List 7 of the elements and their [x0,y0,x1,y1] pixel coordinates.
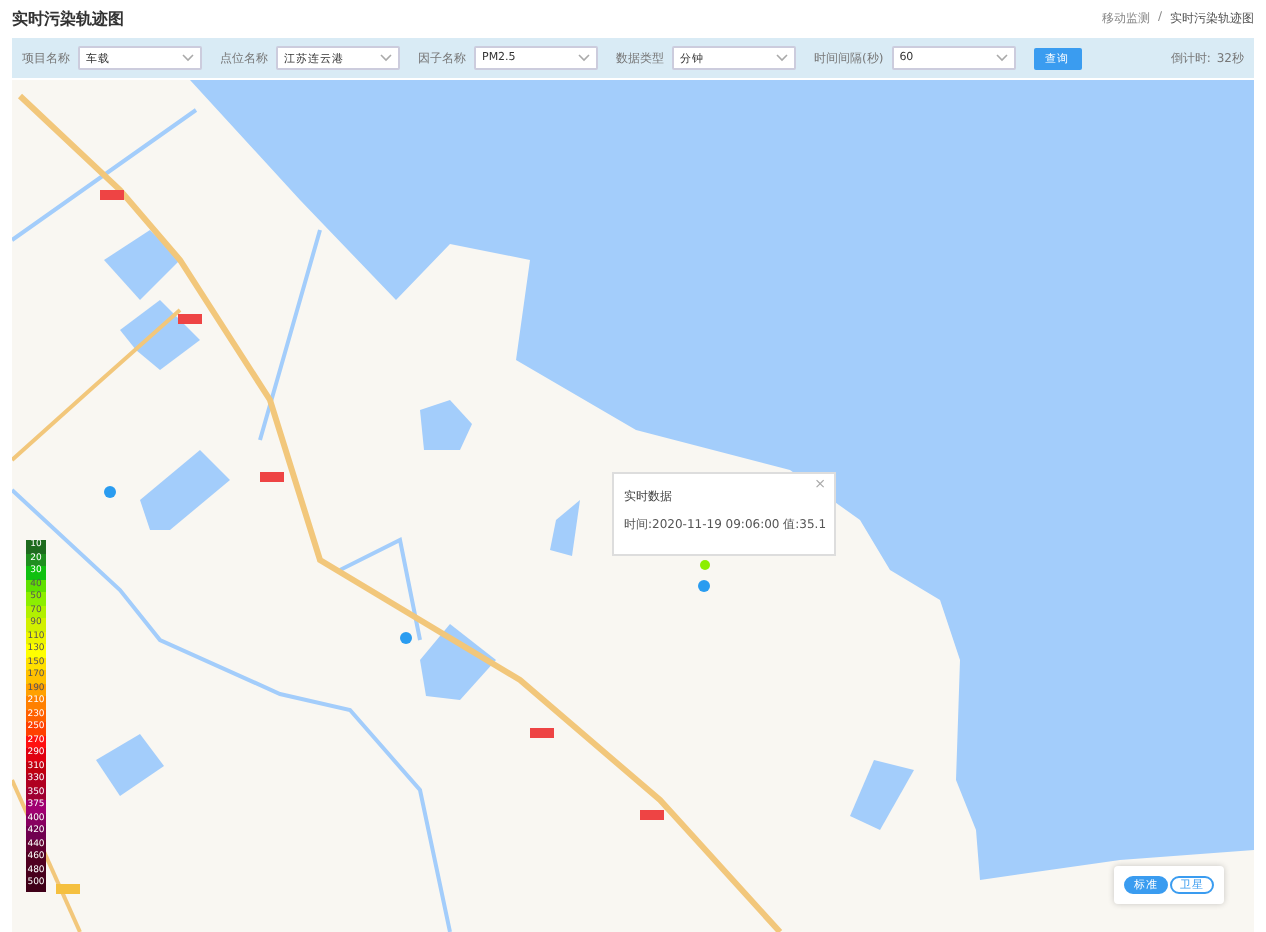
caret-icon [380,54,392,62]
caret-icon [578,54,590,62]
caret-icon [995,54,1008,62]
caret-icon [776,54,788,62]
data-point[interactable] [700,560,710,570]
caret-icon [182,54,194,62]
page-title: 实时污染轨迹图 [12,8,124,30]
